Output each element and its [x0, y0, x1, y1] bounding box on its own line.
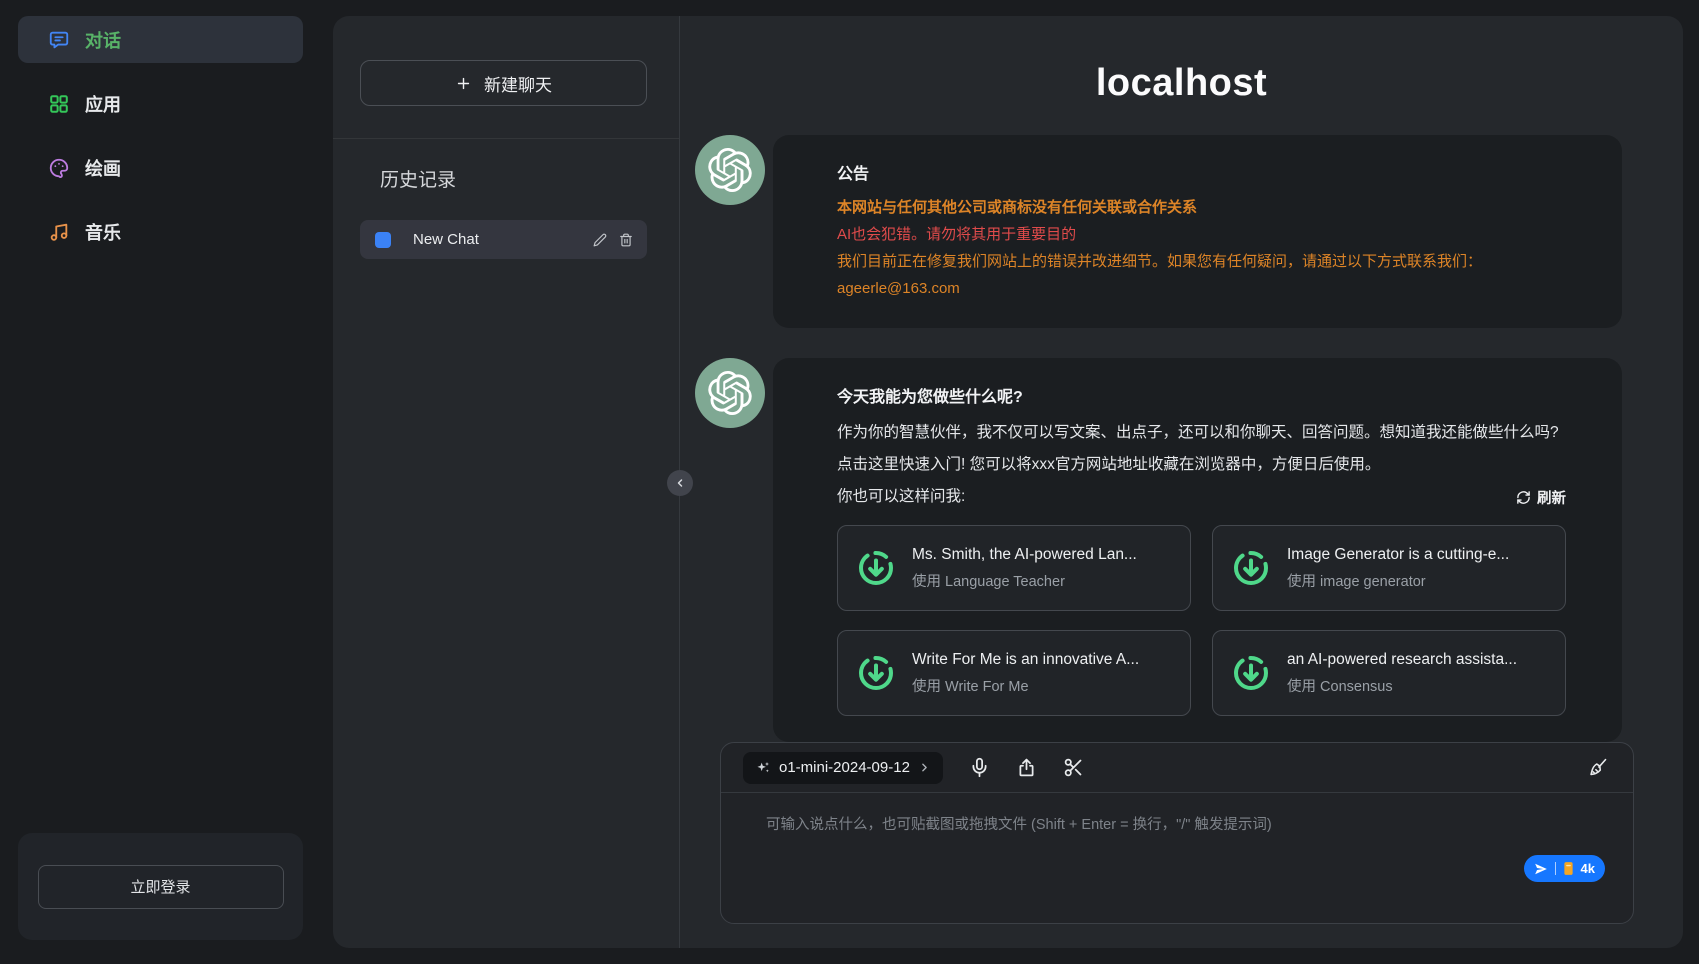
- refresh-icon: [1516, 490, 1531, 505]
- palette-icon: [48, 157, 70, 179]
- announcement-line-warning: AI也会犯错。请勿将其用于重要目的: [837, 221, 1566, 248]
- history-title: 历史记录: [380, 165, 679, 192]
- suggestion-card[interactable]: Image Generator is a cutting-e... 使用 ima…: [1212, 525, 1566, 611]
- login-button[interactable]: 立即登录: [38, 865, 284, 909]
- suggestion-subtitle: 使用 Language Teacher: [912, 570, 1137, 591]
- download-circle-icon: [856, 548, 896, 588]
- sidebar-item-chat[interactable]: 对话: [18, 16, 303, 63]
- intro-heading: 今天我能为您做些什么呢?: [837, 384, 1566, 411]
- token-count: 4k: [1581, 861, 1595, 876]
- sidebar-item-label: 对话: [85, 27, 121, 53]
- announcement-line-contact: 我们目前正在修复我们网站上的错误并改进细节。如果您有任何疑问，请通过以下方式联系…: [837, 248, 1566, 275]
- model-selector-button[interactable]: o1-mini-2024-09-12: [743, 752, 943, 784]
- sidebar-item-music[interactable]: 音乐: [18, 208, 303, 255]
- suggestion-texts: Write For Me is an innovative A... 使用 Wr…: [912, 651, 1139, 696]
- intro-body: 作为你的智慧伙伴，我不仅可以写文案、出点子，还可以和你聊天、回答问题。想知道我还…: [837, 417, 1566, 481]
- upload-icon: [1016, 757, 1037, 778]
- music-note-icon: [48, 221, 70, 243]
- sidebar-item-label: 绘画: [85, 155, 121, 181]
- suggestion-title: an AI-powered research assista...: [1287, 651, 1517, 669]
- microphone-button[interactable]: [969, 757, 990, 778]
- suggestion-title: Write For Me is an innovative A...: [912, 651, 1139, 669]
- collapse-sidebar-button[interactable]: [667, 470, 693, 496]
- new-chat-label: 新建聊天: [484, 71, 552, 96]
- announcement-email[interactable]: ageerle@163.com: [837, 275, 1566, 302]
- divider: [333, 138, 679, 139]
- model-name: o1-mini-2024-09-12: [779, 759, 910, 776]
- refresh-suggestions-button[interactable]: 刷新: [1516, 487, 1566, 508]
- send-divider: [1555, 862, 1556, 875]
- announcement-line-disclaimer: 本网站与任何其他公司或商标没有任何关联或合作关系: [837, 194, 1566, 221]
- scissors-icon: [1063, 757, 1084, 778]
- chat-color-icon: [375, 232, 391, 248]
- history-item[interactable]: New Chat: [360, 220, 647, 259]
- suggestion-subtitle: 使用 Consensus: [1287, 675, 1517, 696]
- main-panel: 新建聊天 历史记录 New Chat: [333, 16, 1683, 948]
- chat-bubble-icon: [48, 29, 70, 51]
- suggestion-texts: Image Generator is a cutting-e... 使用 ima…: [1287, 546, 1509, 591]
- new-chat-button[interactable]: 新建聊天: [360, 60, 647, 106]
- hint-row: 你也可以这样问我: 刷新: [837, 481, 1566, 513]
- sidebar-item-label: 应用: [85, 91, 121, 117]
- download-circle-icon: [1231, 548, 1271, 588]
- send-button[interactable]: 4k: [1524, 855, 1605, 882]
- plus-icon: [455, 75, 472, 92]
- mic-icon: [969, 757, 990, 778]
- suggestion-subtitle: 使用 image generator: [1287, 570, 1509, 591]
- screenshot-crop-button[interactable]: [1063, 757, 1084, 778]
- page-title: localhost: [680, 62, 1683, 105]
- assistant-avatar: [695, 358, 765, 428]
- suggestion-card[interactable]: Write For Me is an innovative A... 使用 Wr…: [837, 630, 1191, 716]
- sidebar-item-paint[interactable]: 绘画: [18, 144, 303, 191]
- app-grid-icon: [48, 93, 70, 115]
- suggestion-title: Image Generator is a cutting-e...: [1287, 546, 1509, 564]
- suggestion-texts: an AI-powered research assista... 使用 Con…: [1287, 651, 1517, 696]
- message-input[interactable]: [721, 793, 1633, 883]
- chevron-right-icon: [918, 761, 931, 774]
- clear-context-button[interactable]: [1588, 757, 1609, 778]
- chat-area: localhost 公告 本网站与任何其他公司或商标没有任何关联或合作关系 AI…: [680, 16, 1683, 948]
- suggestion-grid: Ms. Smith, the AI-powered Lan... 使用 Lang…: [837, 525, 1566, 716]
- edit-icon[interactable]: [593, 233, 607, 247]
- composer: o1-mini-2024-09-12: [720, 742, 1634, 924]
- suggestion-title: Ms. Smith, the AI-powered Lan...: [912, 546, 1137, 564]
- suggestion-texts: Ms. Smith, the AI-powered Lan... 使用 Lang…: [912, 546, 1137, 591]
- intro-hint: 你也可以这样问我:: [837, 481, 965, 513]
- token-icon: [1563, 861, 1574, 876]
- announcement-heading: 公告: [837, 161, 1566, 188]
- suggestion-card[interactable]: Ms. Smith, the AI-powered Lan... 使用 Lang…: [837, 525, 1191, 611]
- assistant-message-intro: 今天我能为您做些什么呢? 作为你的智慧伙伴，我不仅可以写文案、出点子，还可以和你…: [680, 358, 1683, 742]
- chat-list-panel: 新建聊天 历史记录 New Chat: [333, 16, 680, 948]
- suggestion-subtitle: 使用 Write For Me: [912, 675, 1139, 696]
- refresh-label: 刷新: [1537, 487, 1566, 508]
- sidebar: 对话 应用 绘画 音乐 立即登: [0, 0, 333, 964]
- suggestion-card[interactable]: an AI-powered research assista... 使用 Con…: [1212, 630, 1566, 716]
- download-circle-icon: [1231, 653, 1271, 693]
- history-item-actions: [593, 233, 633, 247]
- openai-logo-icon: [708, 148, 752, 192]
- broom-icon: [1588, 757, 1609, 778]
- chevron-left-icon: [674, 477, 686, 489]
- openai-logo-icon: [708, 371, 752, 415]
- history-item-title: New Chat: [413, 231, 593, 248]
- intro-bubble: 今天我能为您做些什么呢? 作为你的智慧伙伴，我不仅可以写文案、出点子，还可以和你…: [773, 358, 1622, 742]
- announcement-bubble: 公告 本网站与任何其他公司或商标没有任何关联或合作关系 AI也会犯错。请勿将其用…: [773, 135, 1622, 328]
- paper-plane-icon: [1534, 862, 1548, 876]
- upload-file-button[interactable]: [1016, 757, 1037, 778]
- sparkle-icon: [755, 760, 771, 776]
- login-card: 立即登录: [18, 833, 303, 940]
- sidebar-item-apps[interactable]: 应用: [18, 80, 303, 127]
- assistant-message-announcement: 公告 本网站与任何其他公司或商标没有任何关联或合作关系 AI也会犯错。请勿将其用…: [680, 135, 1683, 328]
- assistant-avatar: [695, 135, 765, 205]
- trash-icon[interactable]: [619, 233, 633, 247]
- composer-toolbar: o1-mini-2024-09-12: [721, 743, 1633, 793]
- download-circle-icon: [856, 653, 896, 693]
- sidebar-item-label: 音乐: [85, 219, 121, 245]
